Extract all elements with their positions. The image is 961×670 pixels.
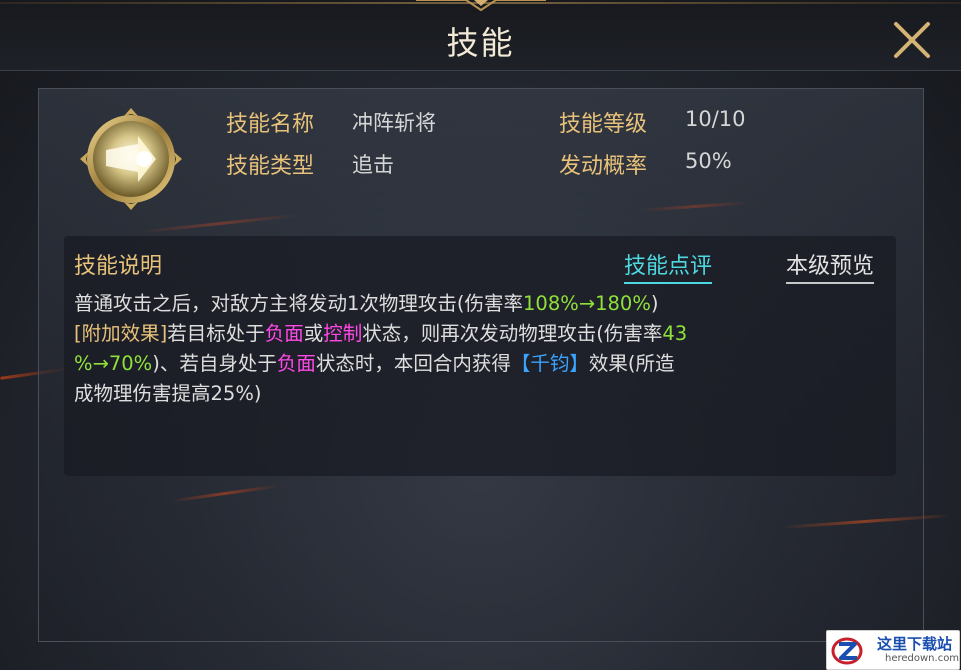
skill-level-value: 10/10 [685,107,746,131]
trigger-chance-label: 发动概率 [559,154,648,179]
site-watermark: 这里下载站 heredown.com [826,630,960,670]
trigger-chance-value: 50% [685,149,732,173]
skill-description-title: 技能说明 [74,254,163,279]
skill-emblem-icon [80,108,182,210]
description-line: %→70%)、若自身处于负面状态时，本回合内获得【千钧】效果(所造 [74,352,675,375]
skill-type-value: 追击 [352,153,394,177]
watermark-site-url: heredown.com [885,653,960,664]
buff-keyword[interactable]: 【千钧】 [511,352,589,375]
watermark-logo-icon [831,637,863,665]
description-line: 成物理伤害提高25%) [74,382,262,405]
tab-skill-review[interactable]: 技能点评 [624,248,713,284]
skill-description-text: 普通攻击之后，对敌方主将发动1次物理攻击(伤害率108%→180%) [附加效果… [74,289,884,409]
description-line: 普通攻击之后，对敌方主将发动1次物理攻击(伤害率108%→180%) [74,292,659,315]
damage-rate-highlight: 43 [662,322,688,345]
debuff-keyword: 负面 [276,352,316,375]
skill-type-label: 技能类型 [226,154,315,179]
skill-level-label: 技能等级 [559,112,648,137]
tab-level-preview[interactable]: 本级预览 [786,248,875,284]
dialog-header: 技能 [0,0,961,71]
control-keyword: 控制 [323,322,363,345]
close-icon[interactable] [888,18,936,62]
skill-name-value: 冲阵斩将 [352,111,436,135]
watermark-site-name: 这里下载站 [877,635,953,653]
header-ornament-icon [416,0,546,12]
extra-effect-tag: [附加效果] [74,322,168,345]
debuff-keyword: 负面 [264,322,304,345]
description-line: [附加效果]若目标处于负面或控制状态，则再次发动物理攻击(伤害率43 [74,322,688,345]
damage-rate-highlight: %→70% [74,352,153,375]
damage-rate-highlight: 108%→180% [523,292,651,315]
page-title: 技能 [446,24,515,62]
skill-name-label: 技能名称 [226,112,315,137]
